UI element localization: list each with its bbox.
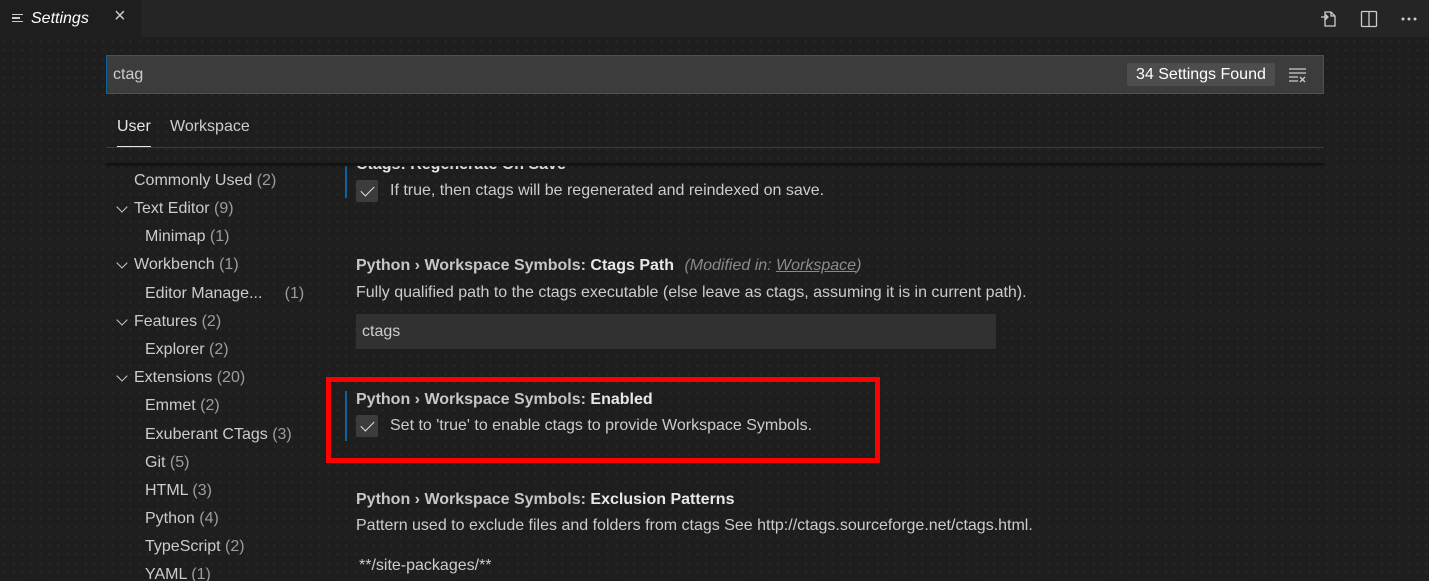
chevron-down-icon [116, 195, 130, 223]
chevron-down-icon [116, 364, 130, 392]
menu-icon [12, 13, 23, 24]
toc-item-typescript[interactable]: TypeScript (2) [145, 533, 245, 561]
split-editor-icon[interactable] [1349, 4, 1389, 34]
toc-item-minimap[interactable]: Minimap (1) [145, 223, 229, 251]
settings-list: Ctags: Regenerate On Save If true, then … [340, 166, 1324, 581]
results-count-badge: 34 Settings Found [1127, 63, 1275, 86]
close-icon[interactable]: × [114, 5, 126, 28]
toc-item-python[interactable]: Python (4) [145, 505, 219, 533]
ctags-path-input[interactable] [356, 314, 996, 349]
toc-item-html[interactable]: HTML (3) [145, 477, 212, 505]
toc-item-editor-management[interactable]: Editor Manage... (1) [145, 280, 304, 308]
toc-item-exuberant-ctags[interactable]: Exuberant CTags (3) [145, 421, 292, 449]
search-input[interactable] [113, 65, 1113, 85]
modified-workspace-link[interactable]: Workspace [776, 257, 856, 274]
toc-item-git[interactable]: Git (5) [145, 449, 189, 477]
setting-title: Python › Workspace Symbols: Exclusion Pa… [356, 491, 735, 508]
enabled-checkbox[interactable] [356, 415, 378, 437]
editor-actions [1309, 0, 1429, 37]
scroll-shadow [106, 163, 1324, 169]
setting-description: Set to 'true' to enable ctags to provide… [390, 417, 813, 434]
clear-filter-icon[interactable] [1287, 65, 1309, 85]
focus-indicator [345, 166, 347, 198]
setting-title: Python › Workspace Symbols: Enabled [356, 391, 653, 408]
tab-title: Settings [31, 9, 89, 27]
scope-tabs: User Workspace [106, 108, 1324, 148]
exclusion-pattern-item[interactable]: **/site-packages/** [359, 557, 492, 575]
chevron-down-icon [116, 308, 130, 336]
tab-workspace[interactable]: Workspace [170, 118, 250, 146]
tab-user[interactable]: User [117, 118, 151, 147]
setting-title: Python › Workspace Symbols: Ctags Path (… [356, 257, 862, 274]
settings-search: 34 Settings Found [106, 55, 1324, 94]
toc-item-workbench[interactable]: Workbench (1) [106, 251, 239, 279]
toc-item-extensions[interactable]: Extensions (20) [106, 364, 245, 392]
setting-description: Pattern used to exclude files and folder… [356, 517, 1033, 534]
open-json-icon[interactable] [1309, 4, 1349, 34]
focus-indicator [345, 391, 347, 441]
setting-description: Fully qualified path to the ctags execut… [356, 284, 1027, 301]
modified-indicator: (Modified in: Workspace) [684, 257, 862, 274]
settings-toc: Commonly Used (2) Text Editor (9) Minima… [106, 166, 326, 581]
toc-item-emmet[interactable]: Emmet (2) [145, 392, 220, 420]
toc-item-commonly-used[interactable]: Commonly Used (2) [134, 167, 276, 195]
setting-description: If true, then ctags will be regenerated … [390, 182, 825, 199]
tab-settings[interactable]: Settings × [0, 0, 141, 37]
toc-item-yaml[interactable]: YAML (1) [145, 561, 211, 581]
toc-item-explorer[interactable]: Explorer (2) [145, 336, 229, 364]
toc-item-text-editor[interactable]: Text Editor (9) [106, 195, 234, 223]
regenerate-checkbox[interactable] [356, 180, 378, 202]
tab-bar: Settings × [0, 0, 1429, 37]
more-actions-icon[interactable] [1389, 4, 1429, 34]
toc-item-features[interactable]: Features (2) [106, 308, 221, 336]
chevron-down-icon [116, 251, 130, 279]
